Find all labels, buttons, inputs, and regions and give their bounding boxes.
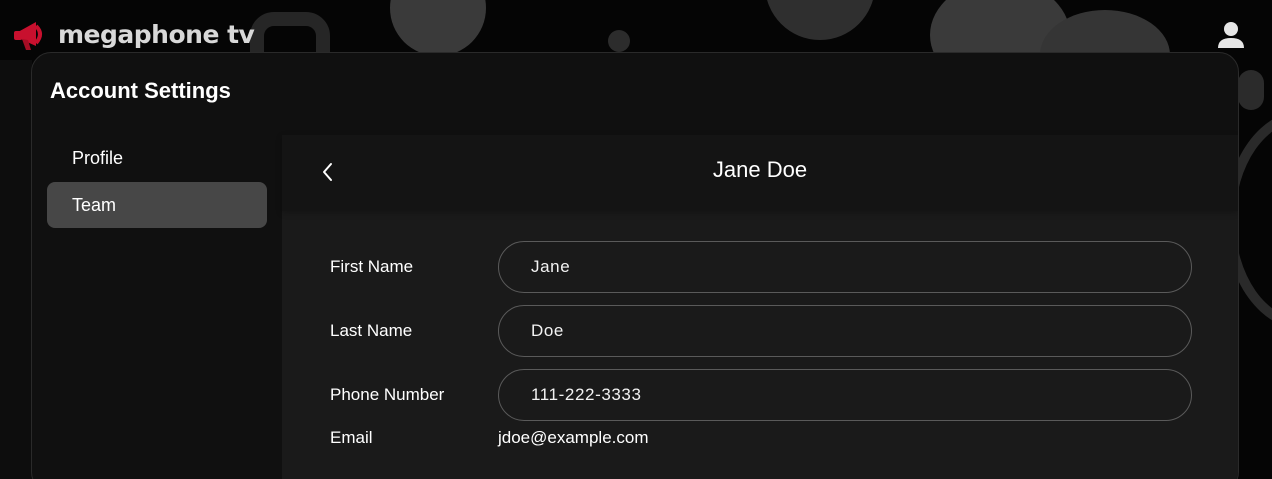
email-label: Email <box>330 428 373 447</box>
member-name-title: Jane Doe <box>712 157 808 182</box>
sidebar-item-profile[interactable]: Profile <box>47 135 267 181</box>
phone-number-field[interactable] <box>498 369 1192 421</box>
detail-header: Jane Doe <box>282 135 1238 211</box>
megaphone-logo[interactable]: megaphone tv <box>14 16 255 54</box>
member-form: First Name Last Name Phone Number Email … <box>330 241 1192 461</box>
user-icon[interactable] <box>1214 18 1248 52</box>
page-title: Account Settings <box>50 78 231 103</box>
first-name-label: First Name <box>330 257 414 276</box>
phone-number-label: Phone Number <box>330 385 445 404</box>
member-detail: Jane Doe First Name Last Name Phone Numb… <box>282 135 1238 479</box>
sidebar-item-team[interactable]: Team <box>47 182 267 228</box>
last-name-field[interactable] <box>498 305 1192 357</box>
settings-sidebar: Profile Team <box>47 135 267 229</box>
account-settings-panel: Account Settings Profile Team Jane Doe F… <box>31 52 1239 479</box>
logo-text: megaphone tv <box>58 19 255 49</box>
email-value: jdoe@example.com <box>498 428 649 447</box>
megaphone-icon <box>14 16 54 54</box>
first-name-field[interactable] <box>498 241 1192 293</box>
last-name-label: Last Name <box>330 321 413 340</box>
